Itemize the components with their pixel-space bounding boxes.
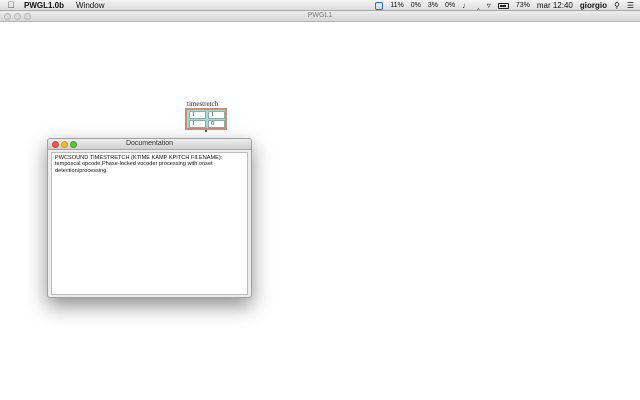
user-menu[interactable]: giorgio [580,1,607,10]
spotlight-search-icon[interactable]: ⚲ [614,1,620,10]
menu-bar:  PWGL1.0b Window 11% 0% 3% 0% ♩ ‸ ▿ 73%… [0,0,640,11]
doc-text-line-3: detection/processing. [55,167,108,174]
menu-app-name[interactable]: PWGL1.0b [24,1,64,10]
input-kpitch[interactable]: 1 [189,120,206,128]
clock[interactable]: mar 12:40 [537,1,573,10]
notification-center-icon[interactable]: ☰ [627,1,634,10]
patch-box-label: timestretch [187,100,219,108]
input-kamp[interactable]: 1 [208,111,225,119]
documentation-text-area[interactable]: PWCSOUND TIMESTRETCH (KTIME KAMP KPITCH … [51,152,248,295]
timestretch-box[interactable]: 1 1 1 0 [185,108,227,130]
box-output-connector[interactable] [205,130,207,132]
main-window-titlebar[interactable]: PWGL1 [0,11,640,22]
cpu-usage-3: 3% [427,2,438,9]
cpu-monitor-icon[interactable] [375,1,384,10]
input-ktime[interactable]: 1 [189,111,206,119]
volume-icon[interactable]: ♩ [462,1,470,10]
cpu-usage-2: 0% [410,2,421,9]
menu-window[interactable]: Window [76,1,104,10]
battery-icon[interactable] [497,2,509,9]
status-area: 11% 0% 3% 0% ♩ ‸ ▿ 73% mar 12:40 giorgio… [375,0,634,11]
documentation-titlebar[interactable]: Documentation [48,139,251,150]
wifi-icon[interactable]: ▿ [487,1,491,10]
apple-menu-icon[interactable]:  [4,0,18,10]
input-filename[interactable]: 0 [208,120,225,128]
bluetooth-icon[interactable]: ‸ [477,1,480,10]
main-window-title: PWGL1 [307,12,333,19]
cpu-usage-1: 11% [390,2,404,9]
cpu-usage-4: 0% [444,2,456,9]
documentation-title: Documentation [125,140,174,147]
documentation-window: Documentation PWCSOUND TIMESTRETCH (KTIM… [47,138,252,298]
battery-percent: 73% [515,2,530,9]
